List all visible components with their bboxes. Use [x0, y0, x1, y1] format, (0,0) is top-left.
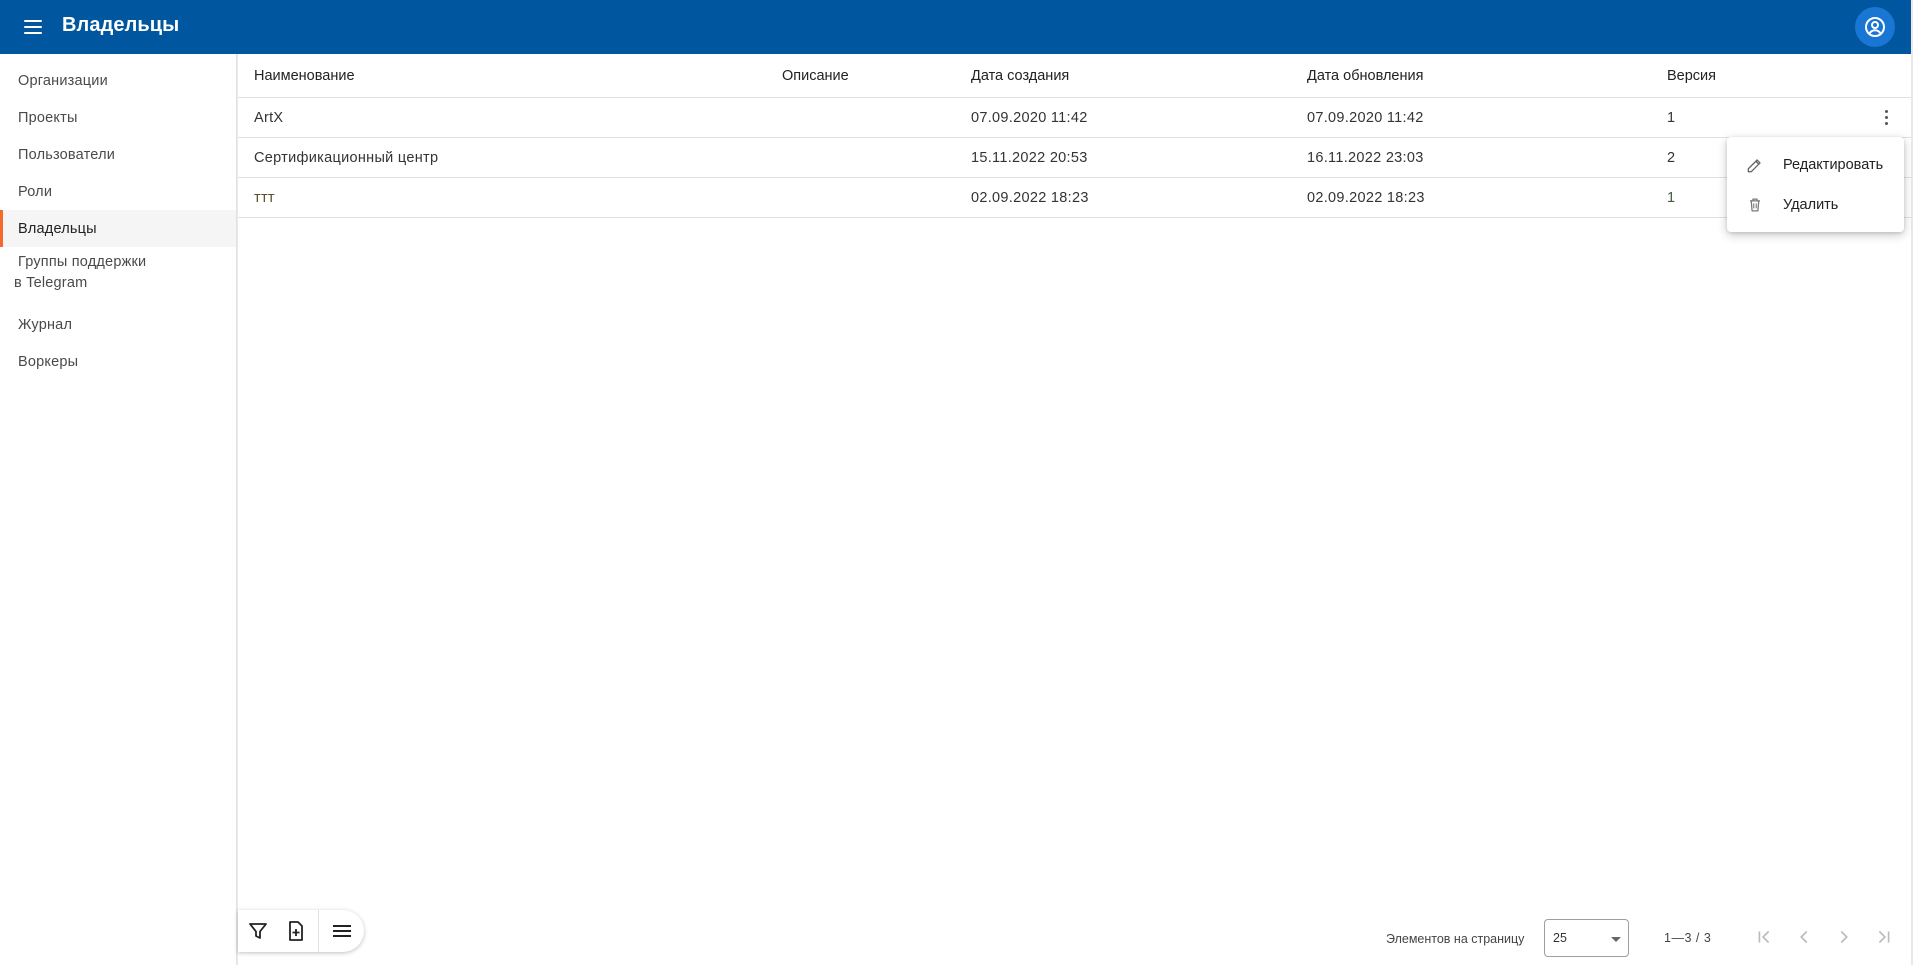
- cell-updated: 16.11.2022 23:03: [1307, 150, 1424, 166]
- table-header: Наименование Описание Дата создания Дата…: [238, 54, 1911, 98]
- add-document-icon[interactable]: [284, 919, 308, 943]
- pencil-icon: [1747, 159, 1761, 173]
- sidebar-item-organizations[interactable]: Организации: [0, 62, 236, 99]
- cell-created: 07.09.2020 11:42: [971, 110, 1088, 126]
- items-per-page-label: Элементов на страницу: [1386, 932, 1525, 946]
- bottom-toolbar: [238, 910, 364, 952]
- sidebar-item-label: Журнал: [18, 316, 73, 333]
- sidebar-item-label: Роли: [18, 183, 53, 200]
- table-row[interactable]: ттт 02.09.2022 18:23 02.09.2022 18:23 1: [238, 178, 1911, 218]
- more-vert-icon[interactable]: [1876, 107, 1898, 129]
- cell-name: ттт: [254, 190, 275, 206]
- sidebar: Организации Проекты Пользователи Роли Вл…: [0, 54, 237, 965]
- cell-version: 2: [1667, 150, 1676, 166]
- column-header-created[interactable]: Дата создания: [971, 68, 1069, 84]
- row-context-menu: Редактировать Удалить: [1727, 137, 1904, 232]
- cell-created: 15.11.2022 20:53: [971, 150, 1088, 166]
- cell-name: Сертификационный центр: [254, 150, 439, 166]
- sidebar-item-label: Группы поддержки: [18, 254, 147, 270]
- cell-created: 02.09.2022 18:23: [971, 190, 1089, 206]
- sidebar-item-owners[interactable]: Владельцы: [0, 210, 236, 247]
- sidebar-item-label-line2: в Telegram: [14, 275, 88, 291]
- sidebar-item-workers[interactable]: Воркеры: [0, 343, 236, 380]
- column-header-name[interactable]: Наименование: [254, 68, 355, 84]
- app-header: Владельцы: [0, 0, 1911, 54]
- last-page-icon[interactable]: [1873, 926, 1895, 948]
- list-icon[interactable]: [330, 919, 354, 943]
- next-page-icon[interactable]: [1833, 926, 1855, 948]
- column-header-updated[interactable]: Дата обновления: [1307, 68, 1423, 84]
- page-range: 1—3 / 3: [1664, 931, 1712, 945]
- sidebar-item-roles[interactable]: Роли: [0, 173, 236, 210]
- cell-version: 1: [1667, 190, 1676, 206]
- account-button[interactable]: [1855, 7, 1895, 47]
- cell-updated: 02.09.2022 18:23: [1307, 190, 1425, 206]
- delete-menu-label: Удалить: [1783, 197, 1839, 213]
- cell-version: 1: [1667, 110, 1676, 126]
- menu-icon[interactable]: [22, 15, 46, 39]
- sidebar-item-label: Пользователи: [18, 146, 116, 163]
- cell-updated: 07.09.2020 11:42: [1307, 110, 1424, 126]
- toolbar-divider: [318, 910, 319, 952]
- sidebar-item-label: Владельцы: [18, 220, 97, 237]
- sidebar-item-label: Воркеры: [18, 353, 79, 370]
- page-title: Владельцы: [62, 14, 180, 36]
- sidebar-item-telegram-groups[interactable]: Группы поддержки в Telegram: [0, 248, 236, 298]
- delete-menu-item[interactable]: Удалить: [1727, 185, 1904, 225]
- prev-page-icon[interactable]: [1793, 926, 1815, 948]
- sidebar-item-projects[interactable]: Проекты: [0, 99, 236, 136]
- main-content: Наименование Описание Дата создания Дата…: [238, 54, 1911, 965]
- account-circle-icon: [1865, 17, 1885, 37]
- sidebar-item-label: Проекты: [18, 109, 78, 126]
- filter-icon[interactable]: [246, 919, 270, 943]
- cell-name: ArtX: [254, 110, 284, 126]
- column-header-description[interactable]: Описание: [782, 68, 849, 84]
- sidebar-item-label: Организации: [18, 72, 108, 89]
- trash-icon: [1750, 198, 1760, 212]
- page-size-value: 25: [1553, 931, 1567, 945]
- first-page-icon[interactable]: [1753, 926, 1775, 948]
- table-row[interactable]: ArtX 07.09.2020 11:42 07.09.2020 11:42 1: [238, 98, 1911, 138]
- dropdown-caret-icon: [1611, 937, 1621, 942]
- sidebar-item-users[interactable]: Пользователи: [0, 136, 236, 173]
- page-size-select[interactable]: 25: [1544, 919, 1629, 957]
- edit-menu-label: Редактировать: [1783, 157, 1884, 173]
- table-row[interactable]: Сертификационный центр 15.11.2022 20:53 …: [238, 138, 1911, 178]
- app-root: Владельцы Организации Проекты Пользовате…: [0, 0, 1913, 965]
- edit-menu-item[interactable]: Редактировать: [1727, 145, 1904, 185]
- column-header-version[interactable]: Версия: [1667, 68, 1716, 84]
- sidebar-item-journal[interactable]: Журнал: [0, 306, 236, 343]
